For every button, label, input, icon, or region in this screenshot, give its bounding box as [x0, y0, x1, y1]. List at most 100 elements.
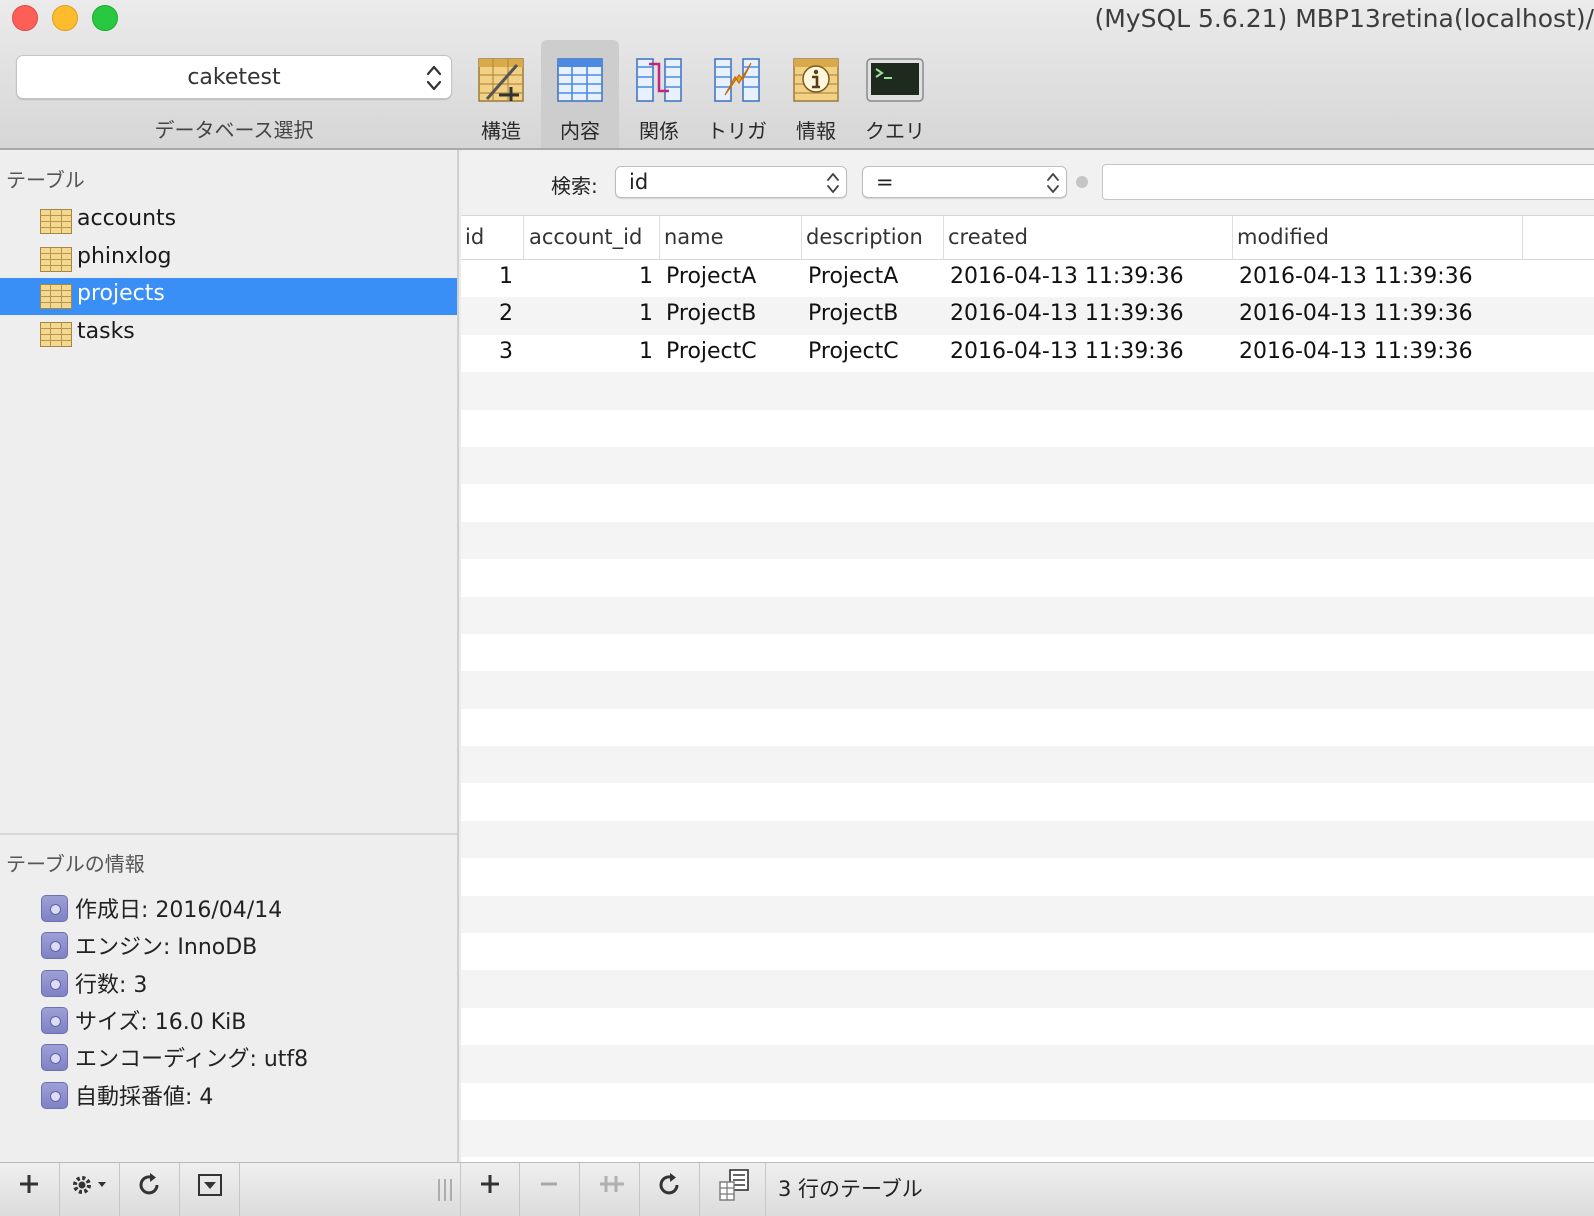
cell-id[interactable]: 2: [499, 301, 513, 326]
toolbar-triggers-button[interactable]: トリガ: [698, 40, 776, 148]
cell-name[interactable]: ProjectC: [666, 339, 757, 364]
plus-icon: [20, 1175, 38, 1193]
empty-row: [461, 820, 1594, 859]
filter-value-input[interactable]: [1102, 164, 1594, 200]
info-encoding: エンコーディング: utf8: [0, 1038, 457, 1075]
window-toolbar: (MySQL 5.6.21) MBP13retina(localhost)/ c…: [0, 0, 1594, 150]
cell-description[interactable]: ProjectA: [808, 264, 898, 289]
zoom-window-button[interactable]: [92, 5, 118, 31]
filter-operator-select[interactable]: =: [862, 166, 1067, 198]
table-filter-button[interactable]: [180, 1163, 240, 1216]
empty-row: [461, 410, 1594, 447]
add-row-button[interactable]: [460, 1163, 520, 1216]
split-handle-icon[interactable]: [436, 1177, 454, 1203]
plus-icon: [481, 1175, 499, 1193]
empty-row: [461, 746, 1594, 784]
sidebar-item-accounts[interactable]: accounts: [0, 203, 457, 240]
toolbar-content-button[interactable]: 内容: [541, 40, 619, 148]
refresh-tables-button[interactable]: [120, 1163, 180, 1216]
table-row[interactable]: 1 1 ProjectA ProjectA 2016-04-13 11:39:3…: [461, 260, 1594, 297]
dropdown-box-icon: [198, 1174, 222, 1196]
tables-heading: テーブル: [6, 168, 85, 192]
delete-row-button[interactable]: [520, 1163, 580, 1216]
sidebar-item-label: projects: [77, 281, 165, 306]
column-header-name[interactable]: name: [660, 216, 802, 260]
table-row[interactable]: 3 1 ProjectC ProjectC 2016-04-13 11:39:3…: [461, 335, 1594, 372]
cell-modified[interactable]: 2016-04-13 11:39:36: [1239, 301, 1473, 326]
cell-description[interactable]: ProjectC: [808, 339, 899, 364]
column-header-description[interactable]: description: [802, 216, 944, 260]
cell-account-id[interactable]: 1: [639, 264, 653, 289]
grid-rows: 1 1 ProjectA ProjectA 2016-04-13 11:39:3…: [461, 260, 1594, 1162]
filter-field-select[interactable]: id: [615, 166, 847, 198]
toolbar-query-button[interactable]: クエリ: [856, 40, 934, 148]
column-header-account-id[interactable]: account_id: [524, 216, 660, 260]
empty-row: [461, 858, 1594, 895]
info-engine-text: エンジン: InnoDB: [75, 935, 258, 960]
database-select-value: caketest: [187, 65, 281, 90]
search-label: 検索:: [551, 174, 598, 198]
table-actions-button[interactable]: [60, 1163, 120, 1216]
duplicate-row-icon: [600, 1176, 624, 1192]
toolbar-query-label: クエリ: [865, 119, 925, 143]
add-table-button[interactable]: [0, 1163, 60, 1216]
info-icon: [793, 58, 839, 102]
refresh-rows-button[interactable]: [640, 1163, 700, 1216]
info-size-text: サイズ: 16.0 KiB: [75, 1010, 247, 1035]
cell-created[interactable]: 2016-04-13 11:39:36: [950, 339, 1184, 364]
table-row[interactable]: 2 1 ProjectB ProjectB 2016-04-13 11:39:3…: [461, 297, 1594, 335]
sidebar-item-projects[interactable]: projects: [0, 278, 457, 315]
sidebar-item-phinxlog[interactable]: phinxlog: [0, 241, 457, 278]
info-auto-increment: 自動採番値: 4: [0, 1076, 457, 1113]
info-rows-text: 行数: 3: [75, 973, 148, 998]
info-rows: 行数: 3: [0, 964, 457, 1001]
info-bullet-icon: [41, 932, 68, 959]
cell-created[interactable]: 2016-04-13 11:39:36: [950, 301, 1184, 326]
empty-row: [461, 634, 1594, 671]
row-details-icon: [719, 1169, 749, 1201]
cell-name[interactable]: ProjectA: [666, 264, 756, 289]
toolbar-info-button[interactable]: 情報: [777, 40, 855, 148]
empty-row: [461, 372, 1594, 410]
sidebar-divider[interactable]: [0, 833, 457, 835]
sidebar-item-tasks[interactable]: tasks: [0, 316, 457, 353]
updown-chevron-icon: [827, 173, 839, 193]
column-header-created[interactable]: created: [944, 216, 1233, 260]
info-engine: エンジン: InnoDB: [0, 926, 457, 963]
duplicate-row-button[interactable]: [580, 1163, 640, 1216]
empty-row: [461, 970, 1594, 1008]
database-select[interactable]: caketest: [16, 55, 452, 99]
cell-modified[interactable]: 2016-04-13 11:39:36: [1239, 339, 1473, 364]
cell-name[interactable]: ProjectB: [666, 301, 756, 326]
content-icon: [557, 58, 603, 102]
cell-account-id[interactable]: 1: [639, 301, 653, 326]
cell-account-id[interactable]: 1: [639, 339, 653, 364]
cell-id[interactable]: 1: [499, 264, 513, 289]
info-auto-increment-text: 自動採番値: 4: [75, 1085, 214, 1110]
column-header-modified[interactable]: modified: [1233, 216, 1523, 260]
info-created: 作成日: 2016/04/14: [0, 889, 457, 926]
minimize-window-button[interactable]: [52, 5, 78, 31]
toolbar-structure-button[interactable]: 構造: [462, 40, 540, 148]
cell-created[interactable]: 2016-04-13 11:39:36: [950, 264, 1184, 289]
sidebar: テーブル accounts phinxlog projects tasks テー…: [0, 150, 459, 1162]
grid-header: id account_id name description created m…: [461, 216, 1594, 260]
empty-row: [461, 1045, 1594, 1083]
table-icon: [40, 209, 72, 234]
close-window-button[interactable]: [12, 5, 38, 31]
toolbar-relations-button[interactable]: 関係: [620, 40, 698, 148]
empty-row: [461, 521, 1594, 560]
cell-description[interactable]: ProjectB: [808, 301, 898, 326]
info-created-text: 作成日: 2016/04/14: [75, 898, 283, 923]
cell-modified[interactable]: 2016-04-13 11:39:36: [1239, 264, 1473, 289]
bottom-bar: 3 行のテーブル: [0, 1162, 1594, 1216]
row-details-button[interactable]: [700, 1163, 766, 1216]
filter-bar: 検索: id =: [461, 150, 1594, 216]
relations-icon: [636, 58, 682, 102]
column-header-id[interactable]: id: [461, 216, 524, 260]
refresh-icon: [659, 1173, 679, 1195]
empty-row: [461, 1119, 1594, 1158]
empty-row: [461, 484, 1594, 521]
empty-row: [461, 709, 1594, 746]
cell-id[interactable]: 3: [499, 339, 513, 364]
